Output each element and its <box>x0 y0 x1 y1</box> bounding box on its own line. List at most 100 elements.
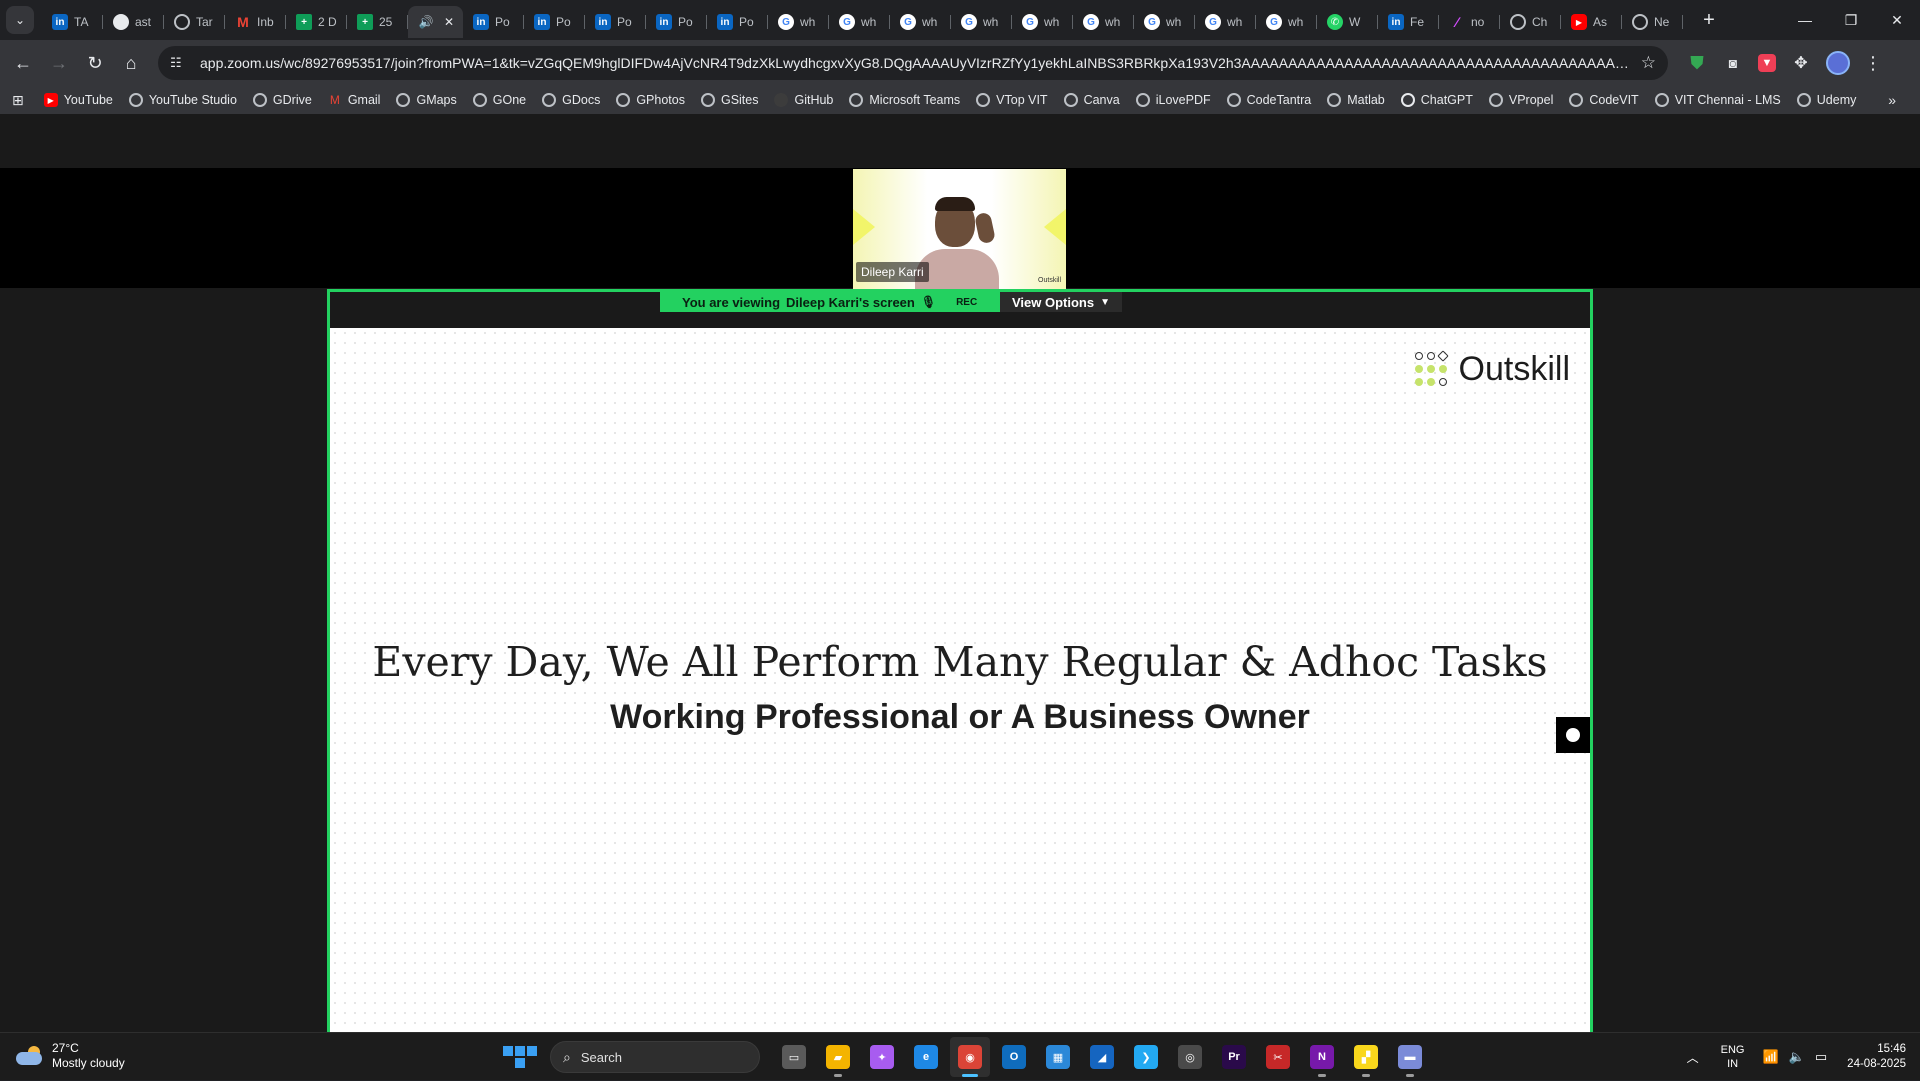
browser-tab[interactable]: ▶ As <box>1561 6 1622 38</box>
bookmark-item[interactable]: Canva <box>1063 93 1120 107</box>
browser-tab[interactable]: Gwh <box>890 6 951 38</box>
google-icon: G <box>1083 14 1099 30</box>
close-tab-icon[interactable]: ✕ <box>444 15 454 29</box>
chevron-down-icon: ⌄ <box>14 13 26 27</box>
browser-tab[interactable]: 🔊 ✕ <box>408 6 463 38</box>
close-window-button[interactable]: ✕ <box>1874 0 1920 40</box>
recording-indicator: REC <box>956 296 978 308</box>
browser-tab[interactable]: Tar <box>164 6 225 38</box>
profile-avatar[interactable] <box>1826 51 1850 75</box>
browser-tab[interactable]: Gwh <box>1012 6 1073 38</box>
window-app-taskbar-button[interactable]: ▬ <box>1390 1037 1430 1077</box>
bookmark-item[interactable]: CodeVIT <box>1569 93 1639 107</box>
view-options-button[interactable]: View Options ▼ <box>1000 292 1122 312</box>
browser-tab[interactable]: Gwh <box>1256 6 1317 38</box>
start-button[interactable] <box>500 1037 540 1077</box>
more-bookmarks-button[interactable]: » <box>1888 92 1896 108</box>
bookmark-item[interactable]: Microsoft Teams <box>849 93 960 107</box>
brand-dot <box>1438 377 1447 386</box>
store-taskbar-button[interactable]: ▦ <box>1038 1037 1078 1077</box>
snipping-tool-taskbar-button[interactable]: ✂ <box>1258 1037 1298 1077</box>
bookmark-item[interactable]: GSites <box>700 93 758 107</box>
show-hidden-icons-button[interactable]: ︿ <box>1687 1049 1699 1066</box>
browser-tab[interactable]: in Po <box>646 6 707 38</box>
bookmark-star-icon[interactable]: ☆ <box>1641 53 1656 73</box>
file-explorer-taskbar-button[interactable]: ▰ <box>818 1037 858 1077</box>
browser-tab[interactable]: ∕ no <box>1439 6 1500 38</box>
onenote-taskbar-button[interactable]: N <box>1302 1037 1342 1077</box>
obs-taskbar-button[interactable]: ◎ <box>1170 1037 1210 1077</box>
bookmark-item[interactable]: GMaps <box>396 93 457 107</box>
bookmark-item[interactable]: VTop VIT <box>976 93 1048 107</box>
shield-extension-icon[interactable]: ⛊ <box>1686 52 1708 74</box>
back-button[interactable]: ← <box>6 46 40 80</box>
bookmark-item[interactable]: ▶ YouTube <box>43 93 113 107</box>
floating-side-widget[interactable] <box>1556 717 1590 753</box>
browser-tab[interactable]: in Po <box>707 6 768 38</box>
tab-search-button[interactable]: ⌄ <box>6 6 34 34</box>
home-button[interactable]: ⌂ <box>114 46 148 80</box>
browser-tab[interactable]: +25 <box>347 6 408 38</box>
new-tab-button[interactable]: + <box>1695 9 1723 32</box>
browser-tab[interactable]: Ch <box>1500 6 1561 38</box>
bookmark-item[interactable]: GDocs <box>542 93 600 107</box>
taskbar-search[interactable]: ⌕ Search <box>550 1041 760 1073</box>
task-view-taskbar-button[interactable]: ▭ <box>774 1037 814 1077</box>
browser-tab[interactable]: in TA <box>42 6 103 38</box>
language-indicator[interactable]: ENG IN <box>1721 1043 1745 1071</box>
bookmark-item[interactable]: Udemy <box>1796 93 1856 107</box>
bookmark-item[interactable]: GOne <box>472 93 526 107</box>
tray-icons[interactable]: 📶 🔈 ▭ <box>1763 1049 1828 1065</box>
browser-tab[interactable]: Gwh <box>951 6 1012 38</box>
browser-menu-icon[interactable]: ⋮ <box>1864 53 1882 74</box>
bookmark-item[interactable]: CodeTantra <box>1226 93 1311 107</box>
site-info-icon[interactable]: ☷ <box>170 55 190 71</box>
browser-tab[interactable]: in Po <box>524 6 585 38</box>
browser-tab[interactable]: Gwh <box>1195 6 1256 38</box>
bookmark-item[interactable]: YouTube Studio <box>128 93 237 107</box>
bookmark-item[interactable]: GitHub <box>774 93 833 107</box>
browser-tab[interactable]: Ne <box>1622 6 1683 38</box>
url-text[interactable]: app.zoom.us/wc/89276953517/join?fromPWA=… <box>200 55 1631 71</box>
extensions-puzzle-icon[interactable]: ✥ <box>1790 52 1812 74</box>
forward-button[interactable]: → <box>42 46 76 80</box>
bookmark-item[interactable]: Matlab <box>1327 93 1385 107</box>
browser-tab[interactable]: +2 D <box>286 6 347 38</box>
apps-grid-icon[interactable]: ⊞ <box>12 92 24 109</box>
browser-tab[interactable]: M Inb <box>225 6 286 38</box>
browser-tab[interactable]: Gwh <box>829 6 890 38</box>
bookmark-item[interactable]: iLovePDF <box>1135 93 1211 107</box>
address-bar[interactable]: ☷ app.zoom.us/wc/89276953517/join?fromPW… <box>158 46 1668 80</box>
browser-tab[interactable]: in Po <box>585 6 646 38</box>
browser-tab[interactable]: ✆ W <box>1317 6 1378 38</box>
sticky-notes-taskbar-button[interactable]: ▞ <box>1346 1037 1386 1077</box>
outlook-taskbar-button[interactable]: O <box>994 1037 1034 1077</box>
participant-video-tile[interactable]: Dileep Karri Outskill <box>853 169 1066 289</box>
bookmark-item[interactable]: ChatGPT <box>1400 93 1473 107</box>
bookmark-item[interactable]: VPropel <box>1488 93 1553 107</box>
chrome-taskbar-button[interactable]: ◉ <box>950 1037 990 1077</box>
minimize-button[interactable]: — <box>1782 0 1828 40</box>
bookmark-item[interactable]: VIT Chennai - LMS <box>1654 93 1781 107</box>
vscode-taskbar-button[interactable]: ❯ <box>1126 1037 1166 1077</box>
restore-button[interactable]: ❐ <box>1828 0 1874 40</box>
microsoft-todo-taskbar-button[interactable]: ◢ <box>1082 1037 1122 1077</box>
bookmark-item[interactable]: M Gmail <box>328 93 381 107</box>
brand-dot <box>1438 364 1447 373</box>
clock[interactable]: 15:46 24-08-2025 <box>1847 1042 1906 1072</box>
edge-taskbar-button[interactable]: e <box>906 1037 946 1077</box>
browser-tab[interactable]: Gwh <box>768 6 829 38</box>
copilot-taskbar-button[interactable]: ✦ <box>862 1037 902 1077</box>
camera-extension-icon[interactable]: ◙ <box>1722 52 1744 74</box>
reload-button[interactable]: ↻ <box>78 46 112 80</box>
bookmark-item[interactable]: GDrive <box>252 93 312 107</box>
weather-widget[interactable]: 27°C Mostly cloudy <box>16 1041 125 1071</box>
browser-tab[interactable]: in Po <box>463 6 524 38</box>
browser-tab[interactable]: ast <box>103 6 164 38</box>
premiere-taskbar-button[interactable]: Pr <box>1214 1037 1254 1077</box>
browser-tab[interactable]: Gwh <box>1073 6 1134 38</box>
bookmark-item[interactable]: GPhotos <box>616 93 685 107</box>
pocket-extension-icon[interactable]: ▼ <box>1758 54 1776 72</box>
browser-tab[interactable]: in Fe <box>1378 6 1439 38</box>
browser-tab[interactable]: Gwh <box>1134 6 1195 38</box>
